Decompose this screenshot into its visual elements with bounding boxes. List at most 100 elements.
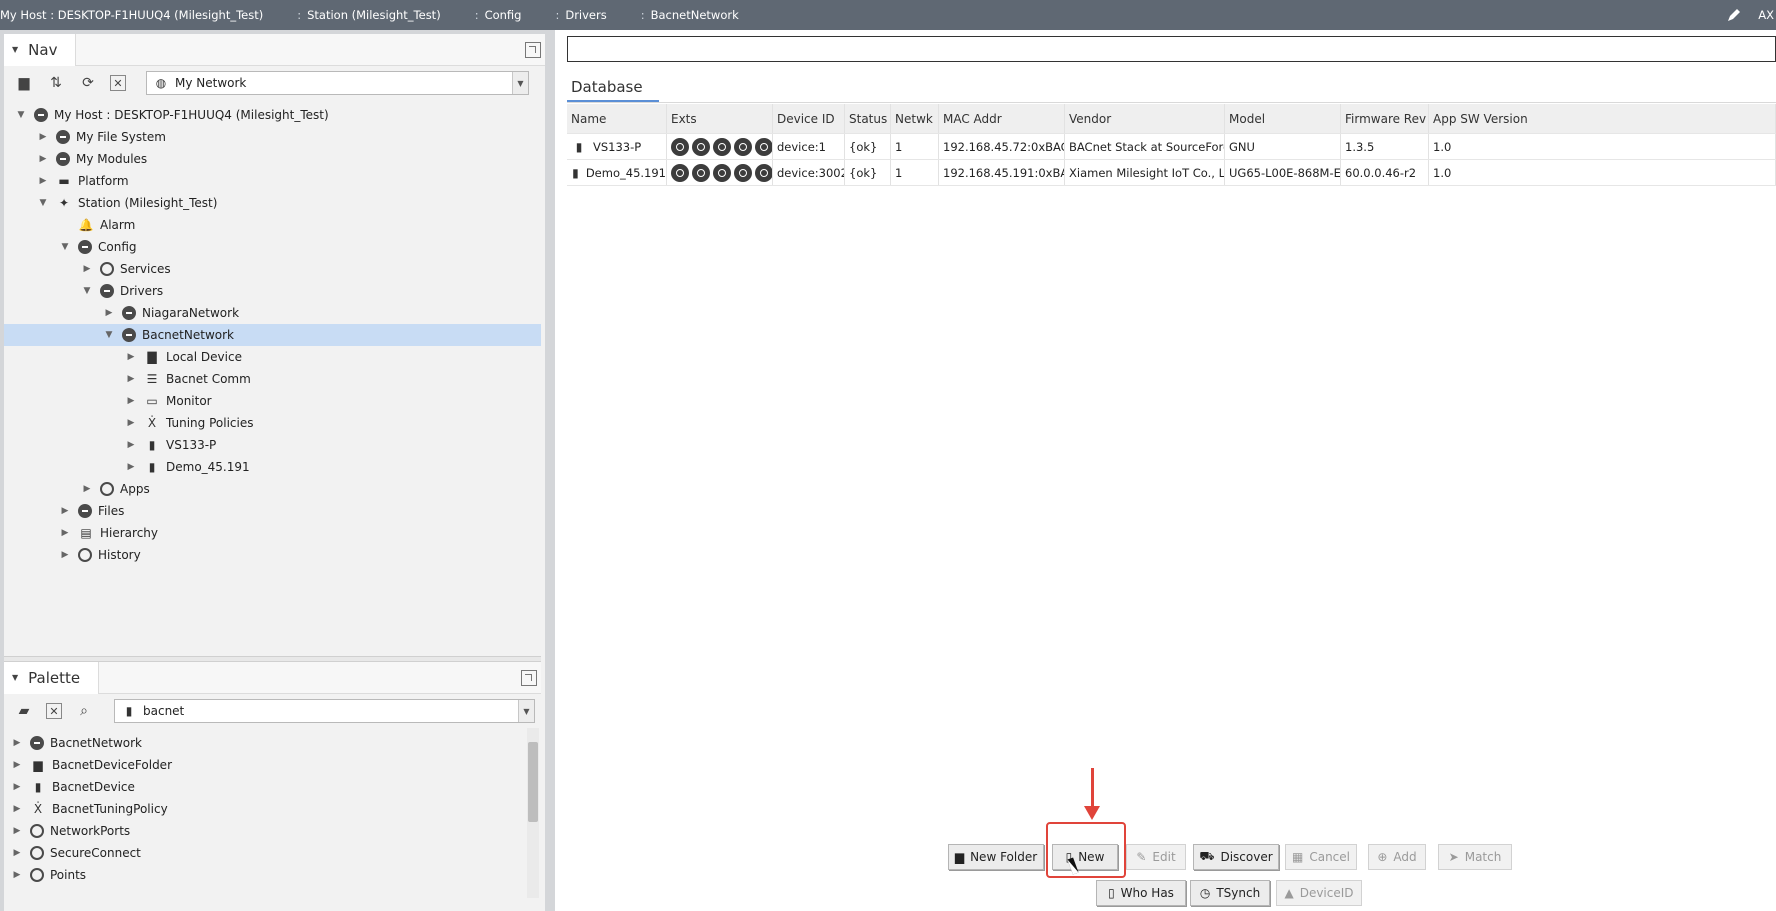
discover-button[interactable]: ⛟ Discover <box>1193 844 1279 870</box>
tree-node[interactable]: 🔔 Alarm <box>4 214 541 236</box>
palette-scrollbar[interactable] <box>527 728 539 898</box>
column-header[interactable]: MAC Addr <box>939 104 1065 133</box>
table-row[interactable]: ▮ Demo_45.191 device:3002 {ok} 1 192.168.45.1… <box>567 160 1776 186</box>
collapsed-toggle-icon[interactable]: ▶ <box>10 826 24 836</box>
maximize-icon[interactable] <box>521 670 537 686</box>
open-folder-icon[interactable]: ▰ <box>14 701 34 721</box>
column-header[interactable]: Firmware Rev <box>1341 104 1429 133</box>
points-ext-icon[interactable] <box>713 137 731 156</box>
tsynch-button[interactable]: ◷ TSynch <box>1190 880 1270 906</box>
breadcrumb-item-station[interactable]: : Station (Milesight_Test) <box>285 0 462 30</box>
tree-node[interactable]: ▶ My File System <box>4 126 541 148</box>
palette-item[interactable]: ▶ BacnetNetwork <box>4 732 524 754</box>
device-ext-icon[interactable] <box>671 163 689 182</box>
sync-arrows-icon[interactable]: ⇅ <box>46 73 66 93</box>
pencil-icon[interactable] <box>1726 7 1742 23</box>
column-header[interactable]: App SW Version <box>1429 104 1776 133</box>
column-header[interactable]: Status <box>845 104 891 133</box>
schedule-ext-icon[interactable] <box>734 163 752 182</box>
collapsed-toggle-icon[interactable]: ▶ <box>124 396 138 406</box>
tree-node[interactable]: ▶ Apps <box>4 478 541 500</box>
tab-database[interactable]: Database <box>567 74 659 102</box>
tree-node[interactable]: ▶ ☰ Bacnet Comm <box>4 368 541 390</box>
tree-node[interactable]: ▶ History <box>4 544 541 566</box>
palette-item[interactable]: ▶ ▆ BacnetDeviceFolder <box>4 754 524 776</box>
schedule-ext-icon[interactable] <box>734 137 752 156</box>
tree-node[interactable]: ▶ ▭ Monitor <box>4 390 541 412</box>
palette-item[interactable]: ▶ Points <box>4 864 524 886</box>
new-folder-icon[interactable]: ▆ <box>14 73 34 93</box>
maximize-icon[interactable] <box>525 42 541 58</box>
close-box-icon[interactable]: ✕ <box>46 703 62 719</box>
topbar-right-label[interactable]: AX <box>1758 8 1774 22</box>
find-icon[interactable]: ⌕ <box>74 701 94 721</box>
alarm-ext-icon[interactable] <box>692 137 710 156</box>
deviceid-button[interactable]: ▲ DeviceID <box>1276 880 1362 906</box>
collapsed-toggle-icon[interactable]: ▶ <box>58 528 72 538</box>
tree-node[interactable]: ▼ Drivers <box>4 280 541 302</box>
column-header[interactable]: Device ID <box>773 104 845 133</box>
tree-node[interactable]: ▶ ▮ VS133-P <box>4 434 541 456</box>
who-has-button[interactable]: ▯ Who Has <box>1096 880 1186 906</box>
collapsed-toggle-icon[interactable]: ▶ <box>10 760 24 770</box>
nav-tab[interactable]: ▼ Nav <box>4 33 77 66</box>
expanded-toggle-icon[interactable]: ▼ <box>14 110 28 120</box>
column-header[interactable]: Netwk <box>891 104 939 133</box>
collapsed-toggle-icon[interactable]: ▶ <box>10 782 24 792</box>
palette-item[interactable]: ▶ SecureConnect <box>4 842 524 864</box>
collapsed-toggle-icon[interactable]: ▶ <box>80 264 94 274</box>
collapsed-toggle-icon[interactable]: ▶ <box>36 176 50 186</box>
points-ext-icon[interactable] <box>713 163 731 182</box>
column-header[interactable]: Vendor <box>1065 104 1225 133</box>
device-ext-icon[interactable] <box>671 137 689 156</box>
collapsed-toggle-icon[interactable]: ▶ <box>124 440 138 450</box>
tree-node[interactable]: ▼ ✦ Station (Milesight_Test) <box>4 192 541 214</box>
collapsed-toggle-icon[interactable]: ▶ <box>10 848 24 858</box>
collapsed-toggle-icon[interactable]: ▶ <box>102 308 116 318</box>
close-box-icon[interactable]: ✕ <box>110 75 126 91</box>
breadcrumb-item-bacnetnetwork[interactable]: : BacnetNetwork <box>629 0 761 30</box>
tree-node[interactable]: ▶ ▮ Demo_45.191 <box>4 456 541 478</box>
tree-node[interactable]: ▶ Ẋ Tuning Policies <box>4 412 541 434</box>
collapsed-toggle-icon[interactable]: ▶ <box>80 484 94 494</box>
tree-node[interactable]: ▶ My Modules <box>4 148 541 170</box>
breadcrumb-item-config[interactable]: : Config <box>463 0 544 30</box>
new-folder-button[interactable]: ▆ New Folder <box>948 844 1044 870</box>
palette-item[interactable]: ▶ ▮ BacnetDevice <box>4 776 524 798</box>
tree-node[interactable]: ▼ My Host : DESKTOP-F1HUUQ4 (Milesight_Te… <box>4 104 541 126</box>
match-button[interactable]: ➤ Match <box>1438 844 1512 870</box>
scroll-thumb[interactable] <box>528 742 538 822</box>
table-row[interactable]: ▮ VS133-P device:1 {ok} 1 192.168.45.72:0xBAC… <box>567 134 1776 160</box>
collapsed-toggle-icon[interactable]: ▶ <box>36 154 50 164</box>
column-header[interactable]: Exts <box>667 104 773 133</box>
palette-item[interactable]: ▶ Ẋ BacnetTuningPolicy <box>4 798 524 820</box>
tree-node[interactable]: ▶ ▬ Platform <box>4 170 541 192</box>
alarm-ext-icon[interactable] <box>692 163 710 182</box>
palette-item[interactable]: ▶ NetworkPorts <box>4 820 524 842</box>
tree-node[interactable]: ▶ NiagaraNetwork <box>4 302 541 324</box>
ord-input[interactable] <box>567 36 1776 62</box>
collapsed-toggle-icon[interactable]: ▶ <box>10 870 24 880</box>
expanded-toggle-icon[interactable]: ▼ <box>102 330 116 340</box>
add-button[interactable]: ⊕ Add <box>1368 844 1426 870</box>
edit-button[interactable]: ✎ Edit <box>1126 844 1186 870</box>
tree-node[interactable]: ▶ Services <box>4 258 541 280</box>
expanded-toggle-icon[interactable]: ▼ <box>36 198 50 208</box>
cancel-button[interactable]: ▦ Cancel <box>1285 844 1357 870</box>
collapsed-toggle-icon[interactable]: ▶ <box>124 374 138 384</box>
collapsed-toggle-icon[interactable]: ▶ <box>124 418 138 428</box>
tree-node[interactable]: ▶ Files <box>4 500 541 522</box>
chevron-down-icon[interactable]: ▼ <box>518 700 534 722</box>
tree-node[interactable]: ▶ ▇ Local Device <box>4 346 541 368</box>
config-ext-icon[interactable] <box>755 137 772 156</box>
collapsed-toggle-icon[interactable]: ▶ <box>124 352 138 362</box>
config-ext-icon[interactable] <box>755 163 772 182</box>
tree-node[interactable]: ▼ BacnetNetwork <box>4 324 541 346</box>
column-header[interactable]: Model <box>1225 104 1341 133</box>
chevron-down-icon[interactable]: ▼ <box>512 72 528 94</box>
collapsed-toggle-icon[interactable]: ▶ <box>58 506 72 516</box>
collapsed-toggle-icon[interactable]: ▶ <box>124 462 138 472</box>
breadcrumb-item-host[interactable]: My Host : DESKTOP-F1HUUQ4 (Milesight_Tes… <box>0 0 285 30</box>
expanded-toggle-icon[interactable]: ▼ <box>80 286 94 296</box>
expanded-toggle-icon[interactable]: ▼ <box>58 242 72 252</box>
